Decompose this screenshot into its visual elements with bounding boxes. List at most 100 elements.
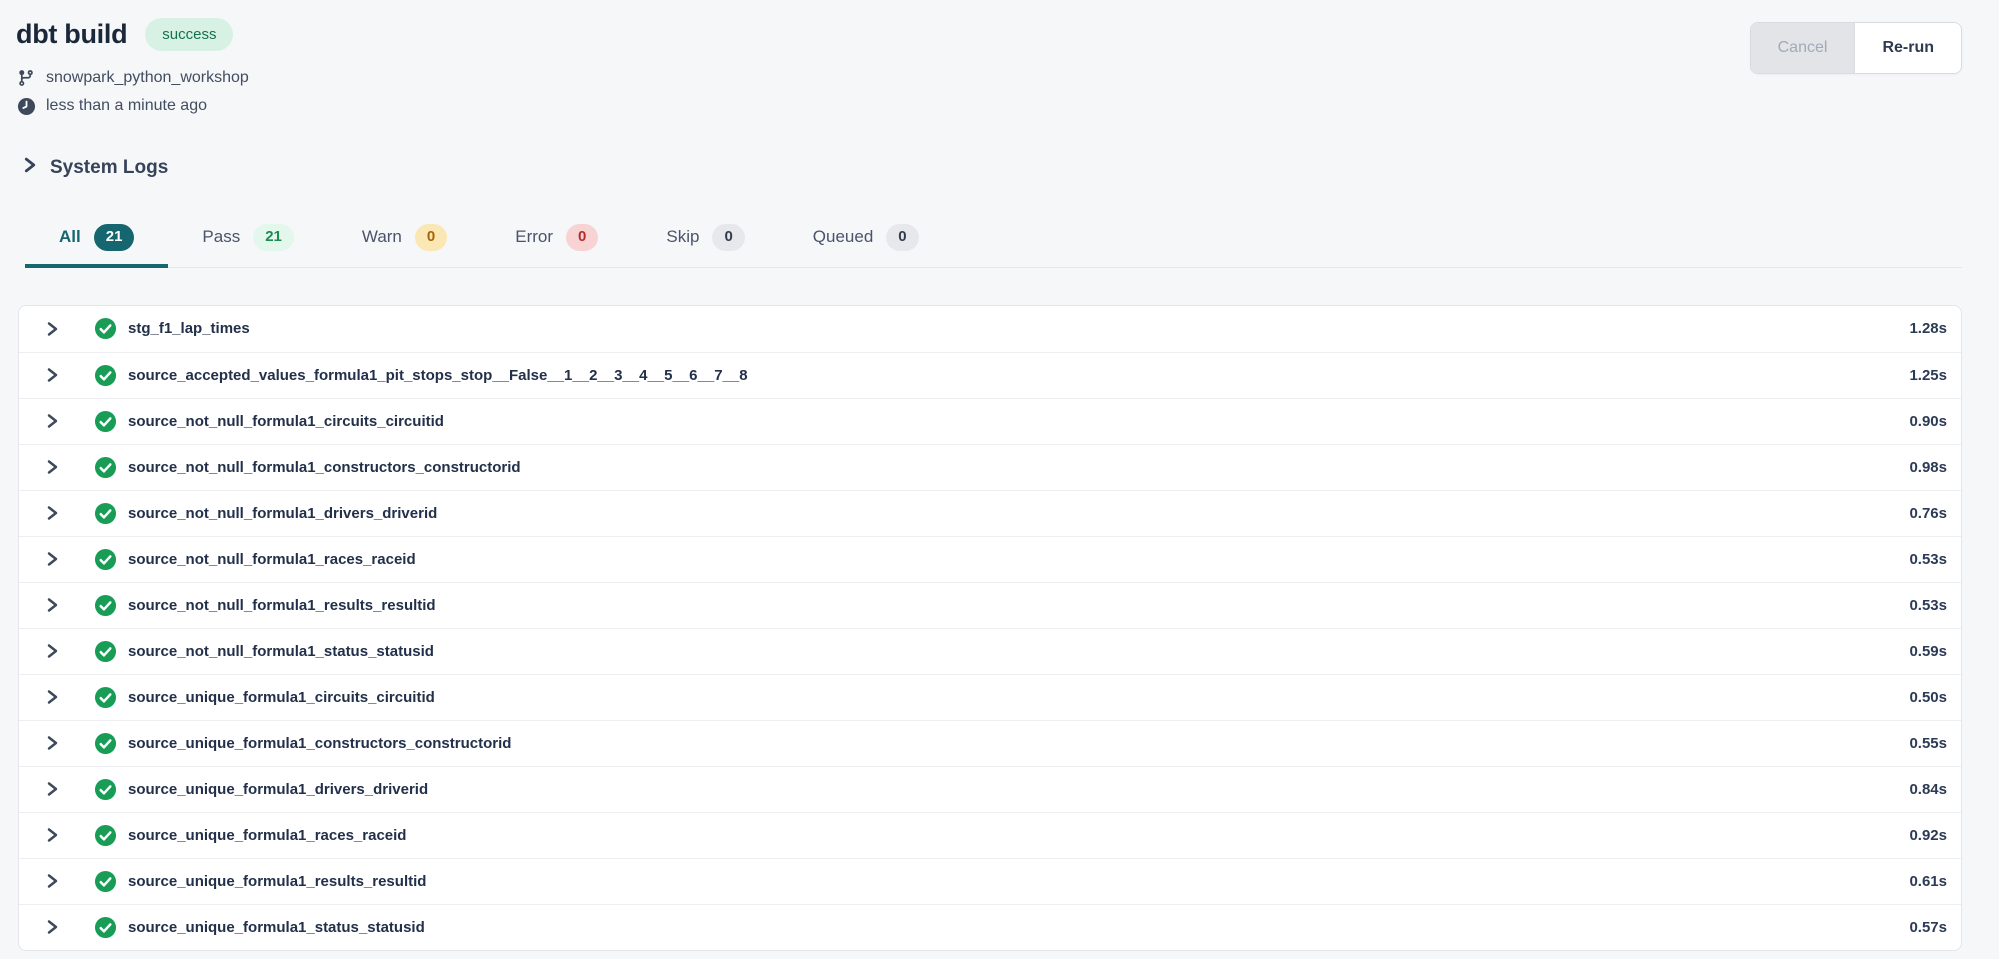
branch-name: snowpark_python_workshop: [46, 69, 249, 87]
run-header: dbt build success Cancel Re-run snowpark…: [0, 0, 1999, 120]
node-name: source_unique_formula1_races_raceid: [128, 827, 406, 844]
results-list: stg_f1_lap_times 1.28s source_accepted_v…: [18, 305, 1962, 951]
node-name: source_unique_formula1_status_statusid: [128, 919, 425, 936]
title-row: dbt build success: [16, 18, 1962, 51]
clock-icon: [16, 97, 36, 116]
duration: 0.61s: [1909, 873, 1947, 890]
run-action-buttons: Cancel Re-run: [1750, 22, 1962, 74]
check-circle-icon: [94, 732, 117, 755]
chevron-right-icon[interactable]: [45, 505, 59, 521]
tab-label: Queued: [813, 227, 874, 247]
chevron-right-icon[interactable]: [45, 367, 59, 383]
rerun-button[interactable]: Re-run: [1854, 23, 1961, 73]
table-row[interactable]: source_unique_formula1_results_resultid …: [19, 858, 1961, 904]
tab-label: Warn: [362, 227, 402, 247]
table-row[interactable]: source_unique_formula1_circuits_circuiti…: [19, 674, 1961, 720]
duration: 0.55s: [1909, 735, 1947, 752]
tab-queued[interactable]: Queued 0: [779, 214, 953, 268]
chevron-right-icon[interactable]: [45, 827, 59, 843]
duration: 1.25s: [1909, 367, 1947, 384]
chevron-right-icon[interactable]: [45, 781, 59, 797]
table-row[interactable]: source_not_null_formula1_constructors_co…: [19, 444, 1961, 490]
status-filter-tabs: All 21 Pass 21 Warn 0 Error 0 Skip 0 Que…: [25, 214, 1962, 268]
check-circle-icon: [94, 870, 117, 893]
duration: 0.92s: [1909, 827, 1947, 844]
node-name: source_not_null_formula1_circuits_circui…: [128, 413, 444, 430]
node-name: source_unique_formula1_drivers_driverid: [128, 781, 428, 798]
table-row[interactable]: source_not_null_formula1_results_resulti…: [19, 582, 1961, 628]
check-circle-icon: [94, 594, 117, 617]
table-row[interactable]: source_not_null_formula1_races_raceid 0.…: [19, 536, 1961, 582]
check-circle-icon: [94, 916, 117, 939]
duration: 0.84s: [1909, 781, 1947, 798]
duration: 0.57s: [1909, 919, 1947, 936]
chevron-right-icon[interactable]: [45, 873, 59, 889]
git-branch-icon: [16, 68, 36, 88]
cancel-button[interactable]: Cancel: [1751, 23, 1855, 73]
run-meta: snowpark_python_workshop less than a min…: [16, 64, 1962, 120]
table-row[interactable]: source_unique_formula1_drivers_driverid …: [19, 766, 1961, 812]
node-name: source_not_null_formula1_constructors_co…: [128, 459, 521, 476]
chevron-right-icon[interactable]: [45, 735, 59, 751]
duration: 0.53s: [1909, 551, 1947, 568]
table-row[interactable]: source_unique_formula1_status_statusid 0…: [19, 904, 1961, 950]
tab-label: All: [59, 227, 81, 247]
tab-all[interactable]: All 21: [25, 214, 168, 268]
tab-count-badge: 0: [415, 224, 447, 251]
chevron-right-icon[interactable]: [45, 643, 59, 659]
duration: 0.53s: [1909, 597, 1947, 614]
tab-skip[interactable]: Skip 0: [632, 214, 778, 268]
tab-label: Skip: [666, 227, 699, 247]
node-name: source_unique_formula1_results_resultid: [128, 873, 426, 890]
duration: 0.76s: [1909, 505, 1947, 522]
chevron-right-icon[interactable]: [45, 689, 59, 705]
check-circle-icon: [94, 778, 117, 801]
duration: 0.90s: [1909, 413, 1947, 430]
chevron-right-icon[interactable]: [45, 413, 59, 429]
chevron-right-icon[interactable]: [45, 597, 59, 613]
node-name: source_unique_formula1_constructors_cons…: [128, 735, 511, 752]
chevron-right-icon[interactable]: [45, 459, 59, 475]
check-circle-icon: [94, 640, 117, 663]
chevron-right-icon[interactable]: [45, 919, 59, 935]
table-row[interactable]: source_accepted_values_formula1_pit_stop…: [19, 352, 1961, 398]
node-name: source_not_null_formula1_drivers_driveri…: [128, 505, 437, 522]
node-name: source_accepted_values_formula1_pit_stop…: [128, 367, 748, 384]
check-circle-icon: [94, 317, 117, 340]
node-name: source_unique_formula1_circuits_circuiti…: [128, 689, 435, 706]
check-circle-icon: [94, 456, 117, 479]
tab-count-badge: 0: [886, 224, 918, 251]
node-name: stg_f1_lap_times: [128, 320, 250, 337]
chevron-right-icon[interactable]: [45, 321, 59, 337]
check-circle-icon: [94, 364, 117, 387]
table-row[interactable]: source_not_null_formula1_drivers_driveri…: [19, 490, 1961, 536]
tab-error[interactable]: Error 0: [481, 214, 632, 268]
check-circle-icon: [94, 686, 117, 709]
check-circle-icon: [94, 548, 117, 571]
tab-warn[interactable]: Warn 0: [328, 214, 481, 268]
tab-label: Error: [515, 227, 553, 247]
duration: 0.98s: [1909, 459, 1947, 476]
check-circle-icon: [94, 502, 117, 525]
chevron-right-icon[interactable]: [45, 551, 59, 567]
table-row[interactable]: stg_f1_lap_times 1.28s: [19, 306, 1961, 352]
table-row[interactable]: source_unique_formula1_constructors_cons…: [19, 720, 1961, 766]
system-logs-label: System Logs: [50, 157, 168, 179]
tab-count-badge: 0: [566, 224, 598, 251]
branch-row: snowpark_python_workshop: [16, 64, 1962, 92]
table-row[interactable]: source_unique_formula1_races_raceid 0.92…: [19, 812, 1961, 858]
chevron-right-icon: [22, 156, 37, 180]
table-row[interactable]: source_not_null_formula1_circuits_circui…: [19, 398, 1961, 444]
tab-pass[interactable]: Pass 21: [168, 214, 327, 268]
system-logs-toggle[interactable]: System Logs: [22, 156, 168, 180]
run-detail-page: dbt build success Cancel Re-run snowpark…: [0, 0, 1999, 951]
tab-count-badge: 0: [712, 224, 744, 251]
node-name: source_not_null_formula1_results_resulti…: [128, 597, 436, 614]
duration: 0.50s: [1909, 689, 1947, 706]
tab-label: Pass: [202, 227, 240, 247]
node-name: source_not_null_formula1_status_statusid: [128, 643, 434, 660]
time-row: less than a minute ago: [16, 92, 1962, 120]
table-row[interactable]: source_not_null_formula1_status_statusid…: [19, 628, 1961, 674]
tab-count-badge: 21: [94, 224, 135, 251]
node-name: source_not_null_formula1_races_raceid: [128, 551, 416, 568]
